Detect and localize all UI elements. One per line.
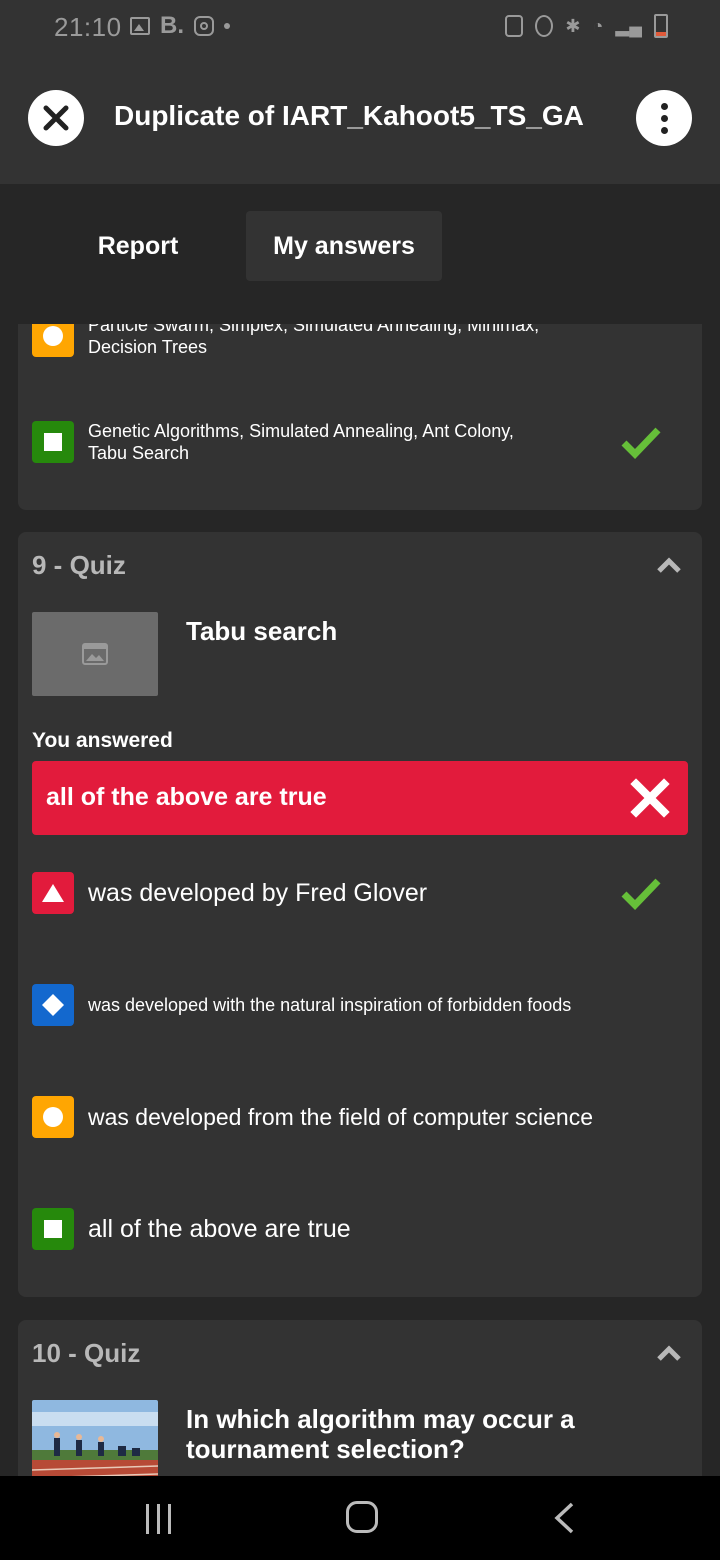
system-icons: ✱ ◔ ▂▄ bbox=[505, 14, 668, 38]
tab-bar: Report My answers bbox=[0, 184, 720, 324]
answer-shape-box bbox=[32, 984, 74, 1026]
correct-check-icon bbox=[621, 427, 661, 459]
app-header: Duplicate of IART_Kahoot5_TS_GA bbox=[0, 56, 720, 184]
answers-list[interactable]: Particle Swarm, Simplex, Simulated Annea… bbox=[0, 324, 720, 1476]
more-notifications-dot-icon bbox=[224, 23, 230, 29]
answer-text: was developed from the field of computer… bbox=[88, 1103, 593, 1130]
b-app-icon: B. bbox=[160, 12, 184, 39]
page-title: Duplicate of IART_Kahoot5_TS_GA bbox=[114, 100, 584, 131]
answer-row-yellow: Particle Swarm, Simplex, Simulated Annea… bbox=[32, 324, 692, 358]
answer-text-line: Decision Trees bbox=[88, 337, 208, 357]
chevron-up-icon[interactable] bbox=[656, 1344, 682, 1362]
answer-row-blue: was developed with the natural inspirati… bbox=[32, 984, 692, 1026]
answer-row-red: was developed by Fred Glover bbox=[32, 872, 692, 914]
you-answered-label: You answered bbox=[32, 729, 173, 752]
system-nav-bar bbox=[0, 1476, 720, 1560]
notification-icons: B. bbox=[130, 14, 230, 38]
runners-photo-icon bbox=[32, 1400, 158, 1476]
recent-apps-button[interactable] bbox=[146, 1504, 171, 1534]
question-card-9: 9 - Quiz Tabu search You answered all of… bbox=[18, 532, 702, 1297]
triangle-icon bbox=[42, 884, 64, 902]
answer-shape-box bbox=[32, 1096, 74, 1138]
answer-shape-box bbox=[32, 872, 74, 914]
more-options-button[interactable] bbox=[636, 90, 692, 146]
correct-check-icon bbox=[621, 878, 661, 910]
gallery-icon bbox=[130, 17, 150, 35]
answer-row-yellow: was developed from the field of computer… bbox=[32, 1096, 692, 1138]
battery-icon bbox=[654, 14, 668, 38]
answer-text: all of the above are true bbox=[88, 1214, 351, 1243]
question-card-10: 10 - Quiz In which algorithm may occur a… bbox=[18, 1320, 702, 1476]
question-number-label: 10 - Quiz bbox=[32, 1338, 141, 1368]
user-answer-text: all of the above are true bbox=[46, 783, 327, 811]
more-dot bbox=[660, 114, 668, 122]
lock-icon bbox=[505, 15, 524, 37]
wrong-x-icon bbox=[630, 778, 670, 818]
question-number-label: 9 - Quiz bbox=[32, 550, 126, 580]
status-time: 21:10 bbox=[54, 12, 122, 42]
question-text: In which algorithm may occur a tournamen… bbox=[186, 1404, 575, 1464]
answer-row-green: Genetic Algorithms, Simulated Annealing,… bbox=[32, 420, 692, 464]
user-answer-box: all of the above are true bbox=[32, 761, 688, 835]
signal-icon: ▂▄ bbox=[615, 15, 642, 36]
recent-apps-icon bbox=[168, 1504, 171, 1534]
answer-text-line: Genetic Algorithms, Simulated Annealing,… bbox=[88, 421, 514, 441]
square-icon bbox=[44, 1220, 62, 1238]
circle-icon bbox=[43, 1107, 63, 1127]
answer-shape-box bbox=[32, 324, 74, 357]
wifi-icon: ◔ bbox=[592, 15, 604, 36]
circle-icon bbox=[43, 326, 63, 346]
tab-report[interactable]: Report bbox=[68, 211, 208, 281]
alarm-icon bbox=[535, 15, 554, 37]
instagram-icon bbox=[194, 16, 214, 36]
question-text-line: tournament selection? bbox=[186, 1434, 465, 1464]
more-dot bbox=[660, 102, 668, 110]
square-icon bbox=[44, 433, 62, 451]
answer-shape-box bbox=[32, 1208, 74, 1250]
question-image bbox=[32, 1400, 158, 1476]
recent-apps-icon bbox=[157, 1504, 160, 1534]
home-button[interactable] bbox=[346, 1501, 378, 1533]
tab-my-answers[interactable]: My answers bbox=[246, 211, 442, 281]
question-card-8: Particle Swarm, Simplex, Simulated Annea… bbox=[18, 324, 702, 510]
answer-row-green: all of the above are true bbox=[32, 1208, 692, 1250]
answer-text: was developed with the natural inspirati… bbox=[88, 994, 572, 1015]
question-text: Tabu search bbox=[186, 616, 338, 646]
image-placeholder-icon bbox=[82, 643, 108, 665]
recent-apps-icon bbox=[146, 1504, 149, 1534]
chevron-up-icon[interactable] bbox=[656, 556, 682, 574]
status-bar: 21:10 B. ✱ ◔ ▂▄ bbox=[0, 0, 720, 56]
diamond-icon bbox=[42, 994, 64, 1016]
close-icon bbox=[43, 105, 69, 131]
answer-shape-box bbox=[32, 421, 74, 463]
answer-text-line: Tabu Search bbox=[88, 443, 190, 463]
answer-text: Particle Swarm, Simplex, Simulated Annea… bbox=[88, 324, 539, 358]
back-icon[interactable] bbox=[552, 1502, 576, 1534]
answer-text: was developed by Fred Glover bbox=[88, 878, 428, 907]
answer-text: Genetic Algorithms, Simulated Annealing,… bbox=[88, 420, 514, 464]
question-image-placeholder bbox=[32, 612, 158, 696]
more-dot bbox=[660, 126, 668, 134]
close-button[interactable] bbox=[28, 90, 84, 146]
question-text-line: In which algorithm may occur a bbox=[186, 1404, 575, 1434]
answer-text-line: Particle Swarm, Simplex, Simulated Annea… bbox=[88, 324, 540, 335]
bluetooth-icon: ✱ bbox=[565, 15, 581, 36]
